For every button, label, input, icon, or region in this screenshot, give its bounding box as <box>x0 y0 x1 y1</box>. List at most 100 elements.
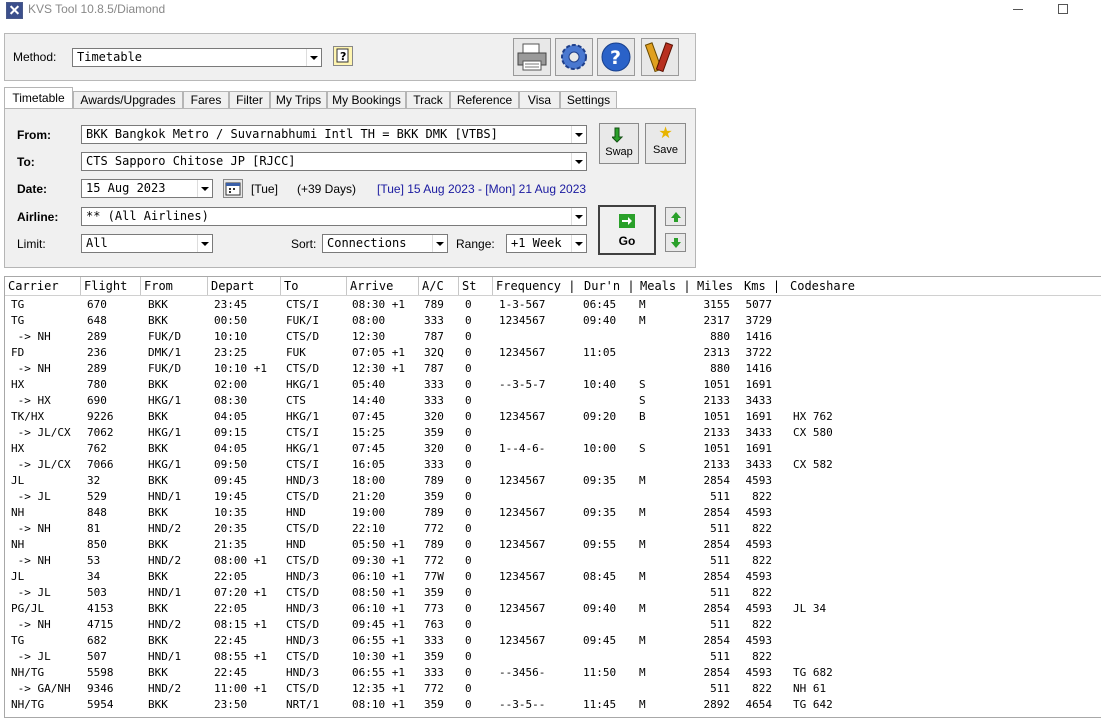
table-row[interactable]: -> NH 53 HND/2 08:00 +1 CTS/D 09:30 +1 772 0 511… <box>5 553 1101 569</box>
table-row[interactable]: TG 682 BKK 22:45 HND/3 06:55 +1 333 0 1234567 09:… <box>5 633 1101 649</box>
table-row[interactable]: -> JL 507 HND/1 08:55 +1 CTS/D 10:30 +1 359 0 51… <box>5 649 1101 665</box>
table-cell: 22:45 <box>214 634 248 647</box>
table-row[interactable]: NH/TG 5954 BKK 23:50 NRT/1 08:10 +1 359 0 --3-5-… <box>5 697 1101 713</box>
table-cell: 1234567 <box>499 314 546 327</box>
tab-my-trips[interactable]: My Trips <box>270 91 327 109</box>
maximize-button[interactable] <box>1058 4 1068 14</box>
help-icon[interactable]: ? <box>597 38 635 76</box>
tab-fares[interactable]: Fares <box>183 91 229 109</box>
table-cell: 2854 <box>703 474 731 487</box>
table-row[interactable]: -> NH 4715 HND/2 08:15 +1 CTS/D 09:45 +1 763 0 5… <box>5 617 1101 633</box>
tab-my-bookings[interactable]: My Bookings <box>327 91 406 109</box>
table-cell: 3155 <box>703 298 731 311</box>
from-select[interactable]: BKK Bangkok Metro / Suvarnabhumi Intl TH… <box>81 125 587 144</box>
table-row[interactable]: -> JL 503 HND/1 07:20 +1 CTS/D 08:50 +1 359 0 51… <box>5 585 1101 601</box>
go-button[interactable]: Go <box>598 205 656 255</box>
column-header[interactable]: Arrive <box>347 277 419 295</box>
move-down-button[interactable] <box>665 233 686 252</box>
tab-filter[interactable]: Filter <box>229 91 270 109</box>
column-header[interactable]: Miles <box>694 277 741 295</box>
table-cell: 0 <box>465 506 472 519</box>
table-row[interactable]: -> JL/CX 7066 HKG/1 09:50 CTS/I 16:05 333 0 2133… <box>5 457 1101 473</box>
date-picker[interactable]: 15 Aug 2023 <box>81 179 213 198</box>
table-row[interactable]: -> NH 289 FUK/D 10:10 CTS/D 12:30 787 0 880 1416 <box>5 329 1101 345</box>
column-header[interactable]: To <box>281 277 347 295</box>
column-header[interactable]: Flight <box>81 277 141 295</box>
column-header[interactable]: From <box>141 277 208 295</box>
table-cell: 12:30 <box>352 330 386 343</box>
airline-select[interactable]: ** (All Airlines) <box>81 207 587 226</box>
tools-icon[interactable] <box>641 38 679 76</box>
column-header[interactable]: Dur'n | <box>581 277 637 295</box>
swap-button[interactable]: Swap <box>599 123 639 164</box>
table-cell: M <box>639 474 646 487</box>
chevron-down-icon[interactable] <box>306 49 321 66</box>
table-row[interactable]: -> HX 690 HKG/1 08:30 CTS 14:40 333 0 S 2133 3433 <box>5 393 1101 409</box>
column-header[interactable]: Meals | <box>637 277 694 295</box>
chevron-down-icon[interactable] <box>571 153 586 170</box>
table-row[interactable]: NH 850 BKK 21:35 HND 05:50 +1 789 0 1234567 09:55… <box>5 537 1101 553</box>
column-header[interactable]: Depart <box>208 277 281 295</box>
table-cell: 682 <box>87 634 107 647</box>
table-row[interactable]: -> GA/NH 9346 HND/2 11:00 +1 CTS/D 12:35 +1 77… <box>5 681 1101 697</box>
limit-select[interactable]: All <box>81 234 213 253</box>
tab-visa[interactable]: Visa <box>519 91 560 109</box>
table-cell: 10:00 <box>583 442 617 455</box>
table-row[interactable]: HX 780 BKK 02:00 HKG/1 05:40 333 0 --3-5-7 10:40 S… <box>5 377 1101 393</box>
app-icon <box>6 2 23 19</box>
table-row[interactable]: -> JL/CX 7062 HKG/1 09:15 CTS/I 15:25 359 0 2133… <box>5 425 1101 441</box>
tab-awards-upgrades[interactable]: Awards/Upgrades <box>73 91 183 109</box>
range-select[interactable]: +1 Week <box>506 234 587 253</box>
table-row[interactable]: PG/JL 4153 BKK 22:05 HND/3 06:10 +1 773 0 123456… <box>5 601 1101 617</box>
table-row[interactable]: -> NH 289 FUK/D 10:10 +1 CTS/D 12:30 +1 787 0 88… <box>5 361 1101 377</box>
table-row[interactable]: TG 648 BKK 00:50 FUK/I 08:00 333 0 1234567 09:40 M… <box>5 313 1101 329</box>
chevron-down-icon[interactable] <box>197 180 212 197</box>
table-row[interactable]: -> NH 81 HND/2 20:35 CTS/D 22:10 772 0 511 822 <box>5 521 1101 537</box>
tab-track[interactable]: Track <box>406 91 450 109</box>
column-header[interactable]: Frequency | <box>493 277 581 295</box>
table-cell: 0 <box>465 378 472 391</box>
column-header[interactable]: St <box>459 277 493 295</box>
minimize-button[interactable] <box>1013 9 1023 10</box>
column-header[interactable]: Carrier <box>5 277 81 295</box>
table-row[interactable]: NH 848 BKK 10:35 HND 19:00 789 0 1234567 09:35 M 28… <box>5 505 1101 521</box>
chevron-down-icon[interactable] <box>197 235 212 252</box>
table-row[interactable]: NH/TG 5598 BKK 22:45 HND/3 06:55 +1 333 0 --3456… <box>5 665 1101 681</box>
sort-select[interactable]: Connections <box>322 234 448 253</box>
table-row[interactable]: JL 32 BKK 09:45 HND/3 18:00 789 0 1234567 09:35 M 2… <box>5 473 1101 489</box>
table-cell: 529 <box>87 490 107 503</box>
table-cell: HND/2 <box>148 522 182 535</box>
table-cell: 3433 <box>745 458 773 471</box>
tab-settings[interactable]: Settings <box>560 91 617 109</box>
save-button[interactable]: ★ Save <box>645 123 686 164</box>
column-header[interactable]: A/C <box>419 277 459 295</box>
table-row[interactable]: -> JL 529 HND/1 19:45 CTS/D 21:20 359 0 511 822 <box>5 489 1101 505</box>
table-row[interactable]: TK/HX 9226 BKK 04:05 HKG/1 07:45 320 0 1234567 09… <box>5 409 1101 425</box>
chevron-down-icon[interactable] <box>571 126 586 143</box>
column-header[interactable]: Codeshare <box>787 277 907 295</box>
help-topic-icon[interactable]: ? <box>333 46 353 66</box>
table-row[interactable]: HX 762 BKK 04:05 HKG/1 07:45 320 0 1--4-6- 10:00 S… <box>5 441 1101 457</box>
table-cell: CTS/D <box>286 490 320 503</box>
search-form: From: BKK Bangkok Metro / Suvarnabhumi I… <box>4 108 696 268</box>
table-row[interactable]: TG 670 BKK 23:45 CTS/I 08:30 +1 789 0 1-3-567 06:… <box>5 297 1101 313</box>
tab-bar: Timetable Awards/Upgrades Fares Filter M… <box>4 87 704 109</box>
tab-reference[interactable]: Reference <box>450 91 519 109</box>
calendar-icon[interactable] <box>223 179 243 198</box>
chevron-down-icon[interactable] <box>571 208 586 225</box>
sort-label: Sort: <box>291 237 317 251</box>
move-up-button[interactable] <box>665 207 686 226</box>
table-row[interactable]: JL 34 BKK 22:05 HND/3 06:10 +1 77W 0 1234567 08:4… <box>5 569 1101 585</box>
table-cell: -> JL/CX <box>11 458 71 471</box>
to-select[interactable]: CTS Sapporo Chitose JP [RJCC] <box>81 152 587 171</box>
method-select[interactable]: Timetable <box>72 48 322 67</box>
printer-icon[interactable] <box>513 38 551 76</box>
results-table[interactable]: Carrier Flight From Depart To Arrive A/C… <box>4 276 1101 718</box>
tab-timetable[interactable]: Timetable <box>4 87 73 109</box>
table-row[interactable]: FD 236 DMK/1 23:25 FUK 07:05 +1 32Q 0 1234567 11:… <box>5 345 1101 361</box>
table-cell: 789 <box>424 538 444 551</box>
chevron-down-icon[interactable] <box>432 235 447 252</box>
settings-icon[interactable] <box>555 38 593 76</box>
column-header[interactable]: Kms | <box>741 277 787 295</box>
chevron-down-icon[interactable] <box>571 235 586 252</box>
